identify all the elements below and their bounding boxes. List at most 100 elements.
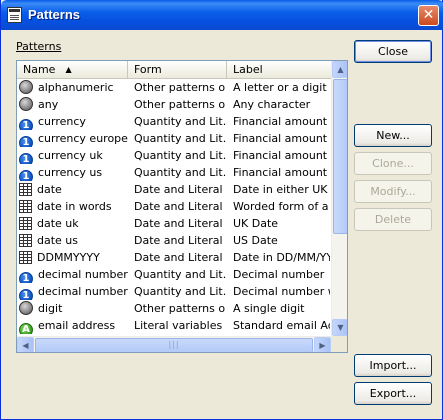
pattern-name: email address bbox=[38, 319, 116, 332]
pattern-name: date uk bbox=[37, 217, 79, 230]
scroll-up-button[interactable]: ▲ bbox=[332, 61, 347, 78]
scroll-down-button[interactable]: ▼ bbox=[332, 319, 347, 336]
pattern-name: currency bbox=[38, 115, 86, 128]
blue-info-icon: 1 bbox=[19, 153, 33, 164]
cell-label: UK Date bbox=[233, 217, 279, 230]
grid-icon bbox=[19, 217, 32, 230]
pattern-name: alphanumeric bbox=[38, 81, 114, 94]
blue-info-icon: 1 bbox=[19, 289, 33, 300]
cell-label: Financial amount po bbox=[233, 132, 330, 145]
patterns-dialog: Patterns ✕ Patterns Name ▲ Form Label alp… bbox=[0, 0, 443, 420]
list-item[interactable]: 1 currency us Quantity and Lit... Financial… bbox=[17, 164, 331, 181]
sort-ascending-icon: ▲ bbox=[65, 65, 72, 74]
pattern-name: any bbox=[38, 98, 59, 111]
pattern-name: date us bbox=[37, 234, 79, 247]
cell-name: date us bbox=[19, 232, 129, 249]
close-button[interactable]: Close bbox=[354, 40, 432, 63]
delete-button[interactable]: Delete bbox=[354, 208, 432, 231]
cell-name: DDMMYYYY bbox=[19, 249, 129, 266]
cell-form: Literal variables bbox=[134, 319, 223, 332]
new-button[interactable]: New... bbox=[354, 124, 432, 147]
pattern-name: currency europe bbox=[38, 132, 128, 145]
scroll-right-button[interactable]: ▶ bbox=[314, 337, 331, 352]
cell-label: Any character bbox=[233, 98, 311, 111]
new-button-label: New... bbox=[376, 129, 410, 142]
cell-label: Worded form of a da bbox=[233, 200, 330, 213]
column-header-form[interactable]: Form bbox=[128, 61, 227, 79]
cell-label: Decimal number with bbox=[233, 285, 330, 298]
pattern-name: DDMMYYYY bbox=[37, 251, 100, 264]
cell-name: 1 currency us bbox=[19, 164, 129, 181]
title-bar[interactable]: Patterns ✕ bbox=[1, 0, 443, 30]
cell-label: Decimal number bbox=[233, 268, 325, 281]
modify-button-label: Modify... bbox=[370, 185, 416, 198]
list-item[interactable]: alphanumeric Other patterns o... A letter … bbox=[17, 79, 331, 96]
cell-name: digit bbox=[19, 300, 129, 317]
modify-button[interactable]: Modify... bbox=[354, 180, 432, 203]
pattern-name: currency uk bbox=[38, 149, 103, 162]
cell-form: Date and Literal ... bbox=[134, 251, 226, 264]
list-item[interactable]: Aemail address Literal variables Standard … bbox=[17, 317, 331, 334]
list-item[interactable]: 1 decimal number ... Quantity and Lit... De… bbox=[17, 283, 331, 300]
list-item[interactable]: digit Other patterns o... A single digit bbox=[17, 300, 331, 317]
cell-label: Financial amount po bbox=[233, 166, 330, 179]
blue-info-icon: 1 bbox=[19, 136, 33, 147]
scroll-left-button[interactable]: ◀ bbox=[17, 337, 34, 352]
close-button-label: Close bbox=[378, 45, 408, 58]
cell-form: Date and Literal ... bbox=[134, 200, 226, 213]
list-item[interactable]: date us Date and Literal ... US Date bbox=[17, 232, 331, 249]
cell-name: date uk bbox=[19, 215, 129, 232]
list-item[interactable]: date uk Date and Literal ... UK Date bbox=[17, 215, 331, 232]
grid-icon bbox=[19, 183, 32, 196]
patterns-list-label-text: Patterns bbox=[16, 40, 62, 53]
column-header-name[interactable]: Name ▲ bbox=[17, 61, 128, 79]
vertical-scroll-thumb[interactable] bbox=[333, 79, 347, 234]
list-header: Name ▲ Form Label bbox=[17, 61, 331, 79]
patterns-window-icon bbox=[7, 7, 22, 23]
cell-name: Aemail address bbox=[19, 317, 129, 334]
grid-icon bbox=[19, 200, 32, 213]
import-button[interactable]: Import... bbox=[354, 354, 432, 377]
list-item[interactable]: 1 currency europe Quantity and Lit... Finan… bbox=[17, 130, 331, 147]
close-window-button[interactable]: ✕ bbox=[418, 5, 439, 26]
cell-label: Date in DD/MM/YY bbox=[233, 251, 330, 264]
blue-info-icon: 1 bbox=[19, 170, 33, 181]
patterns-list[interactable]: Name ▲ Form Label alphanumeric Other patte… bbox=[16, 60, 348, 353]
pattern-name: digit bbox=[38, 302, 63, 315]
cell-name: any bbox=[19, 96, 129, 113]
list-item[interactable]: 1 currency uk Quantity and Lit... Financial… bbox=[17, 147, 331, 164]
gray-circle-icon bbox=[19, 97, 33, 111]
list-item[interactable]: date in words Date and Literal ... Worded … bbox=[17, 198, 331, 215]
cell-label: Financial amount po bbox=[233, 115, 330, 128]
cell-name: date in words bbox=[19, 198, 129, 215]
column-header-label[interactable]: Label bbox=[227, 61, 331, 79]
cell-form: Quantity and Lit... bbox=[134, 115, 226, 128]
cell-form: Date and Literal ... bbox=[134, 183, 226, 196]
scrollbar-corner bbox=[331, 336, 347, 352]
cell-name: 1 decimal number bbox=[19, 266, 129, 283]
cell-label: Financial amount po bbox=[233, 149, 330, 162]
horizontal-scrollbar[interactable]: ◀ ||| ▶ bbox=[17, 336, 331, 352]
cell-form: Quantity and Lit... bbox=[134, 285, 226, 298]
gray-circle-icon bbox=[19, 80, 33, 94]
list-item[interactable]: 1 currency Quantity and Lit... Financial am… bbox=[17, 113, 331, 130]
column-header-name-label: Name bbox=[23, 63, 56, 76]
cell-label: Date in either UK or bbox=[233, 183, 330, 196]
export-button[interactable]: Export... bbox=[354, 382, 432, 405]
cell-form: Quantity and Lit... bbox=[134, 132, 226, 145]
cell-label: Standard email Addr bbox=[233, 319, 330, 332]
cell-form: Other patterns o... bbox=[134, 302, 226, 315]
grid-icon bbox=[19, 234, 32, 247]
list-item[interactable]: any Other patterns o... Any character bbox=[17, 96, 331, 113]
list-item[interactable]: date Date and Literal ... Date in either U… bbox=[17, 181, 331, 198]
cell-name: 1 currency uk bbox=[19, 147, 129, 164]
cell-form: Quantity and Lit... bbox=[134, 268, 226, 281]
pattern-name: currency us bbox=[38, 166, 103, 179]
list-item[interactable]: DDMMYYYY Date and Literal ... Date in DD/M… bbox=[17, 249, 331, 266]
clone-button[interactable]: Clone... bbox=[354, 152, 432, 175]
horizontal-scroll-thumb[interactable]: ||| bbox=[35, 338, 313, 352]
green-a-icon: A bbox=[19, 323, 33, 334]
list-item[interactable]: 1 decimal number Quantity and Lit... Decima… bbox=[17, 266, 331, 283]
column-header-form-label: Form bbox=[134, 63, 162, 76]
vertical-scrollbar[interactable]: ▲ ▼ bbox=[331, 61, 347, 336]
